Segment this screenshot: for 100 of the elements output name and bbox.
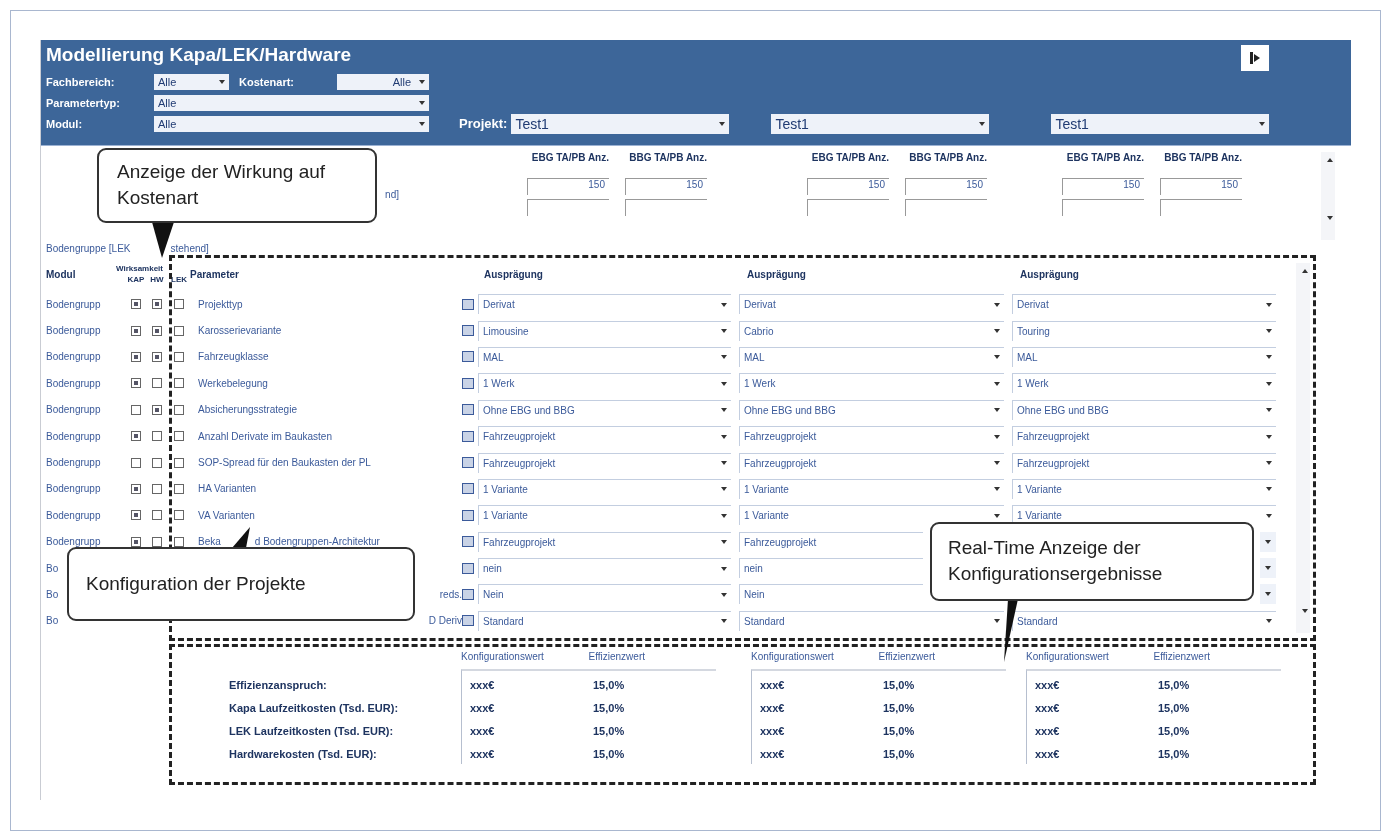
number-field[interactable] (625, 199, 707, 216)
grid-icon[interactable] (462, 562, 474, 574)
checkbox[interactable] (131, 325, 141, 336)
grid-icon[interactable] (462, 430, 474, 442)
scrollbar[interactable] (1321, 152, 1335, 240)
dropdown-button[interactable] (1260, 531, 1276, 552)
dropdown[interactable]: nein (739, 558, 923, 579)
checkbox[interactable] (152, 457, 162, 468)
exit-button[interactable] (1241, 45, 1269, 71)
checkbox[interactable] (174, 299, 184, 310)
dropdown[interactable]: 1 Variante (739, 505, 1004, 526)
grid-icon[interactable] (462, 351, 474, 363)
dropdown[interactable]: Fahrzeugprojekt (1012, 452, 1276, 473)
dropdown[interactable]: Nein (478, 584, 731, 605)
checkbox[interactable] (131, 510, 141, 521)
dropdown[interactable]: 1 Variante (739, 478, 1004, 499)
dropdown[interactable]: 1 Variante (478, 478, 731, 499)
checkbox[interactable] (131, 483, 141, 494)
checkbox[interactable] (131, 536, 141, 547)
dropdown[interactable]: nein (478, 558, 731, 579)
checkbox[interactable] (152, 510, 162, 521)
dropdown[interactable]: 1 Variante (478, 505, 731, 526)
dropdown[interactable]: 1 Werk (1012, 373, 1276, 394)
grid-icon[interactable] (462, 325, 474, 337)
dropdown-button[interactable] (1260, 584, 1276, 605)
number-field[interactable] (1062, 199, 1144, 216)
checkbox[interactable] (174, 431, 184, 442)
scrollbar[interactable] (1296, 263, 1310, 633)
dropdown[interactable]: Ohne EBG und BBG (1012, 399, 1276, 420)
grid-icon[interactable] (462, 615, 474, 627)
dropdown[interactable]: Fahrzeugprojekt (478, 531, 731, 552)
checkbox[interactable] (174, 457, 184, 468)
dropdown[interactable]: Derivat (1012, 294, 1276, 315)
checkbox[interactable] (174, 378, 184, 389)
dropdown[interactable]: Fahrzeugprojekt (739, 426, 1004, 447)
checkbox[interactable] (174, 404, 184, 415)
dropdown[interactable]: Test1 (1051, 113, 1270, 134)
grid-icon[interactable] (462, 509, 474, 521)
checkbox[interactable] (131, 351, 141, 362)
checkbox[interactable] (152, 378, 162, 389)
checkbox[interactable] (152, 483, 162, 494)
dropdown-button[interactable] (1260, 558, 1276, 579)
number-field[interactable] (905, 199, 987, 216)
dropdown[interactable]: MAL (478, 346, 731, 367)
dropdown[interactable]: Alle (337, 73, 429, 90)
checkbox[interactable] (152, 351, 162, 362)
dropdown[interactable]: 1 Werk (478, 373, 731, 394)
checkbox[interactable] (131, 404, 141, 415)
grid-icon[interactable] (462, 483, 474, 495)
dropdown[interactable]: 1 Variante (1012, 478, 1276, 499)
dropdown[interactable]: Fahrzeugprojekt (478, 426, 731, 447)
grid-icon[interactable] (462, 377, 474, 389)
dropdown[interactable]: Test1 (771, 113, 990, 134)
checkbox[interactable] (174, 536, 184, 547)
grid-icon[interactable] (462, 457, 474, 469)
checkbox[interactable] (152, 431, 162, 442)
dropdown[interactable]: Fahrzeugprojekt (739, 531, 923, 552)
grid-icon[interactable] (462, 298, 474, 310)
grid-icon[interactable] (462, 536, 474, 548)
dropdown[interactable]: Alle (154, 73, 229, 90)
number-field[interactable] (807, 199, 889, 216)
dropdown[interactable]: Nein (739, 584, 923, 605)
dropdown[interactable]: Standard (1012, 610, 1276, 631)
dropdown[interactable]: Alle (154, 115, 429, 132)
number-field[interactable] (1160, 199, 1242, 216)
checkbox[interactable] (131, 299, 141, 310)
number-field[interactable]: 150 (905, 178, 987, 195)
dropdown[interactable]: Touring (1012, 320, 1276, 341)
dropdown[interactable]: Ohne EBG und BBG (739, 399, 1004, 420)
number-field[interactable] (527, 199, 609, 216)
checkbox[interactable] (152, 404, 162, 415)
dropdown[interactable]: Ohne EBG und BBG (478, 399, 731, 420)
checkbox[interactable] (174, 510, 184, 521)
checkbox[interactable] (174, 351, 184, 362)
number-field[interactable]: 150 (807, 178, 889, 195)
dropdown[interactable]: Cabrio (739, 320, 1004, 341)
dropdown[interactable]: Derivat (739, 294, 1004, 315)
checkbox[interactable] (174, 483, 184, 494)
grid-icon[interactable] (462, 404, 474, 416)
number-field[interactable]: 150 (527, 178, 609, 195)
checkbox[interactable] (131, 457, 141, 468)
dropdown[interactable]: Standard (739, 610, 1004, 631)
number-field[interactable]: 150 (1062, 178, 1144, 195)
checkbox[interactable] (174, 325, 184, 336)
dropdown[interactable]: 1 Werk (739, 373, 1004, 394)
grid-icon[interactable] (462, 589, 474, 600)
dropdown[interactable]: Test1 (511, 113, 730, 134)
checkbox[interactable] (152, 536, 162, 547)
dropdown[interactable]: Derivat (478, 294, 731, 315)
checkbox[interactable] (131, 431, 141, 442)
dropdown[interactable]: Fahrzeugprojekt (478, 452, 731, 473)
dropdown[interactable]: Standard (478, 610, 731, 631)
dropdown[interactable]: Fahrzeugprojekt (739, 452, 1004, 473)
checkbox[interactable] (152, 325, 162, 336)
number-field[interactable]: 150 (1160, 178, 1242, 195)
dropdown[interactable]: Alle (154, 94, 429, 111)
checkbox[interactable] (152, 299, 162, 310)
dropdown[interactable]: Limousine (478, 320, 731, 341)
number-field[interactable]: 150 (625, 178, 707, 195)
dropdown[interactable]: Fahrzeugprojekt (1012, 426, 1276, 447)
